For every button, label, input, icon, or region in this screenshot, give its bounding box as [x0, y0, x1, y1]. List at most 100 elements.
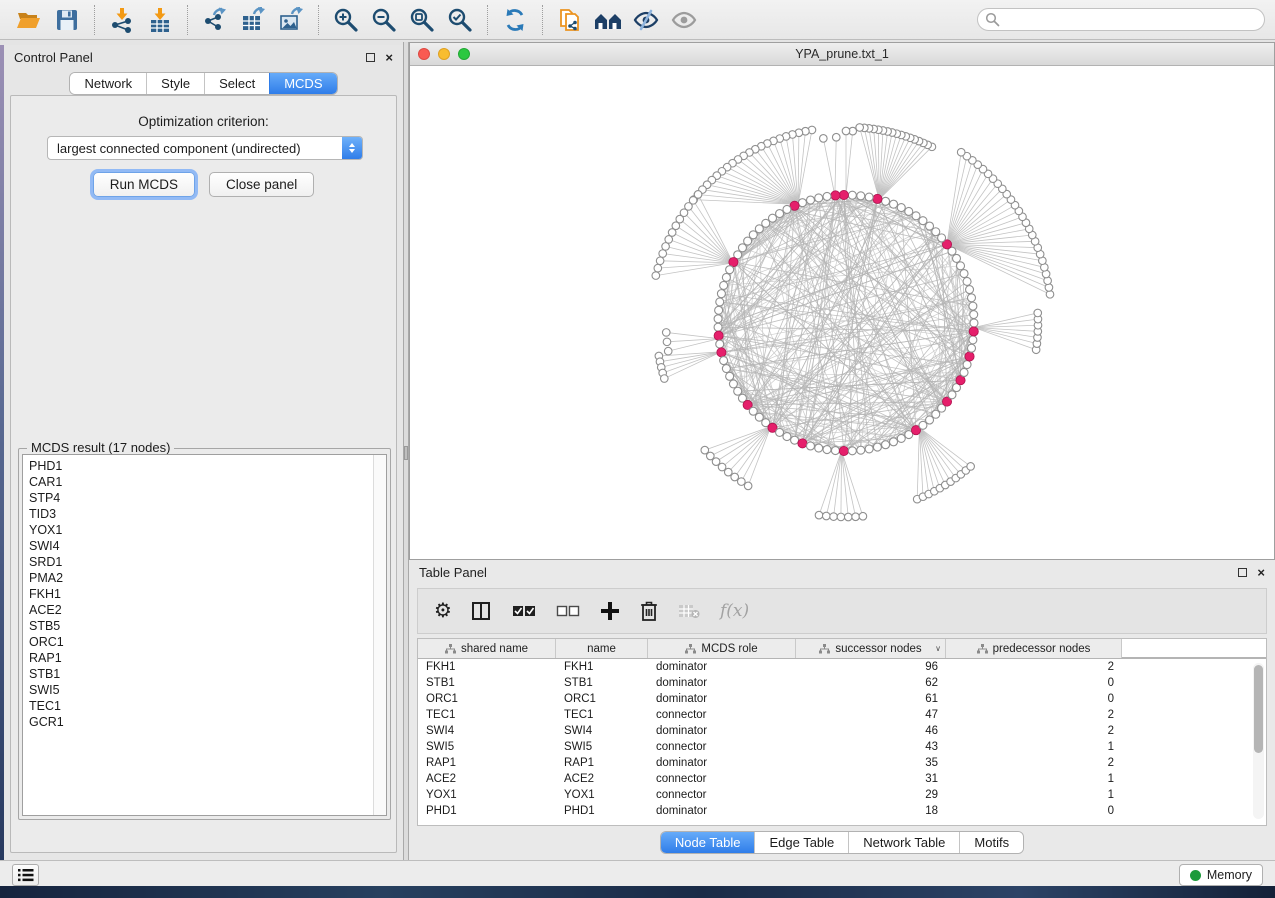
table-scrollbar[interactable] — [1253, 663, 1264, 819]
result-node-item[interactable]: FKH1 — [29, 586, 380, 602]
table-row[interactable]: PHD1PHD1dominator180 — [418, 803, 1266, 819]
table-row[interactable]: SWI4SWI4dominator462 — [418, 723, 1266, 739]
show-all-button[interactable] — [665, 3, 703, 37]
result-node-item[interactable]: ORC1 — [29, 634, 380, 650]
table-options-icon[interactable]: ⚙ — [434, 601, 452, 621]
first-neighbors-button[interactable] — [589, 3, 627, 37]
tab-node-table[interactable]: Node Table — [661, 832, 755, 853]
result-node-item[interactable]: RAP1 — [29, 650, 380, 666]
result-node-item[interactable]: PHD1 — [29, 458, 380, 474]
search-input[interactable] — [977, 8, 1265, 31]
copy-document-button[interactable] — [551, 3, 589, 37]
result-node-item[interactable]: STP4 — [29, 490, 380, 506]
table-row[interactable]: FKH1FKH1dominator962 — [418, 659, 1266, 675]
tab-select[interactable]: Select — [204, 73, 269, 94]
zoom-in-button[interactable] — [327, 3, 365, 37]
result-node-item[interactable]: SWI5 — [29, 682, 380, 698]
tab-network[interactable]: Network — [70, 73, 146, 94]
mcds-result-list[interactable]: PHD1CAR1STP4TID3YOX1SWI4SRD1PMA2FKH1ACE2… — [22, 454, 387, 816]
result-node-item[interactable]: YOX1 — [29, 522, 380, 538]
list-icon — [18, 868, 34, 882]
column-visibility-icon[interactable] — [472, 602, 492, 620]
delete-column-icon[interactable] — [640, 601, 658, 622]
column-menu-icon[interactable]: ∨ — [935, 644, 941, 653]
cell: STB1 — [556, 677, 648, 689]
hide-selected-button[interactable] — [627, 3, 665, 37]
shared-column-icon — [445, 644, 456, 654]
column-header-successor-nodes[interactable]: successor nodes∨ — [796, 639, 946, 658]
import-table-button[interactable] — [141, 3, 179, 37]
table-row[interactable]: ACE2ACE2connector311 — [418, 771, 1266, 787]
criterion-dropdown[interactable]: largest connected component (undirected) — [47, 136, 363, 160]
column-header-predecessor-nodes[interactable]: predecessor nodes — [946, 639, 1122, 658]
result-node-item[interactable]: TEC1 — [29, 698, 380, 714]
add-column-icon[interactable] — [600, 601, 620, 621]
deselect-all-rows-icon[interactable] — [556, 605, 580, 618]
export-table-icon — [240, 7, 266, 33]
select-all-rows-icon[interactable] — [512, 605, 536, 618]
table-row[interactable]: SWI5SWI5connector431 — [418, 739, 1266, 755]
close-panel-icon[interactable]: × — [1257, 568, 1265, 577]
cell: 61 — [796, 693, 946, 705]
zoom-fit-button[interactable] — [403, 3, 441, 37]
cell: dominator — [648, 805, 796, 817]
cell: STB1 — [418, 677, 556, 689]
table-body: FKH1FKH1dominator962STB1STB1dominator620… — [418, 659, 1266, 819]
run-mcds-button[interactable]: Run MCDS — [93, 172, 195, 197]
network-canvas[interactable] — [410, 66, 1274, 559]
close-panel-button[interactable]: Close panel — [209, 172, 314, 197]
task-history-button[interactable] — [12, 864, 39, 886]
column-header-name[interactable]: name — [556, 639, 648, 658]
table-row[interactable]: STB1STB1dominator620 — [418, 675, 1266, 691]
export-network-button[interactable] — [196, 3, 234, 37]
result-node-item[interactable]: TID3 — [29, 506, 380, 522]
export-image-button[interactable] — [272, 3, 310, 37]
cell: 1 — [946, 789, 1122, 801]
table-row[interactable]: RAP1RAP1dominator352 — [418, 755, 1266, 771]
result-node-item[interactable]: SWI4 — [29, 538, 380, 554]
result-node-item[interactable]: STB1 — [29, 666, 380, 682]
result-node-item[interactable]: GCR1 — [29, 714, 380, 730]
tab-motifs[interactable]: Motifs — [959, 832, 1023, 853]
memory-button[interactable]: Memory — [1179, 864, 1263, 886]
refresh-button[interactable] — [496, 3, 534, 37]
tab-edge-table[interactable]: Edge Table — [754, 832, 848, 853]
table-panel-tabs: Node TableEdge TableNetwork TableMotifs — [409, 832, 1275, 853]
table-row[interactable]: TEC1TEC1connector472 — [418, 707, 1266, 723]
toolbar-separator — [318, 5, 319, 35]
float-panel-icon[interactable] — [366, 53, 375, 62]
column-header-MCDS-role[interactable]: MCDS role — [648, 639, 796, 658]
result-node-item[interactable]: CAR1 — [29, 474, 380, 490]
float-panel-icon[interactable] — [1238, 568, 1247, 577]
tab-style[interactable]: Style — [146, 73, 204, 94]
tab-mcds[interactable]: MCDS — [269, 73, 336, 94]
cell: connector — [648, 709, 796, 721]
network-graph[interactable] — [410, 66, 1274, 559]
result-node-item[interactable]: ACE2 — [29, 602, 380, 618]
close-panel-icon[interactable]: × — [385, 53, 393, 62]
cell: dominator — [648, 725, 796, 737]
cell: RAP1 — [418, 757, 556, 769]
result-node-item[interactable]: SRD1 — [29, 554, 380, 570]
cell: SWI5 — [556, 741, 648, 753]
zoom-out-button[interactable] — [365, 3, 403, 37]
memory-label: Memory — [1207, 868, 1252, 882]
result-list-scrollbar[interactable] — [373, 455, 386, 815]
open-file-button[interactable] — [10, 3, 48, 37]
table-row[interactable]: ORC1ORC1dominator610 — [418, 691, 1266, 707]
splitter-handle[interactable] — [404, 446, 408, 460]
cell: 0 — [946, 677, 1122, 689]
zoom-selected-button[interactable] — [441, 3, 479, 37]
tab-network-table[interactable]: Network Table — [848, 832, 959, 853]
network-window-titlebar[interactable]: YPA_prune.txt_1 — [410, 43, 1274, 66]
result-node-item[interactable]: STB5 — [29, 618, 380, 634]
export-table-button[interactable] — [234, 3, 272, 37]
table-scrollbar-thumb[interactable] — [1254, 665, 1263, 753]
import-network-button[interactable] — [103, 3, 141, 37]
zoom-selected-icon — [447, 7, 473, 33]
column-header-shared-name[interactable]: shared name — [418, 639, 556, 658]
table-row[interactable]: YOX1YOX1connector291 — [418, 787, 1266, 803]
toolbar-separator — [94, 5, 95, 35]
save-session-button[interactable] — [48, 3, 86, 37]
result-node-item[interactable]: PMA2 — [29, 570, 380, 586]
